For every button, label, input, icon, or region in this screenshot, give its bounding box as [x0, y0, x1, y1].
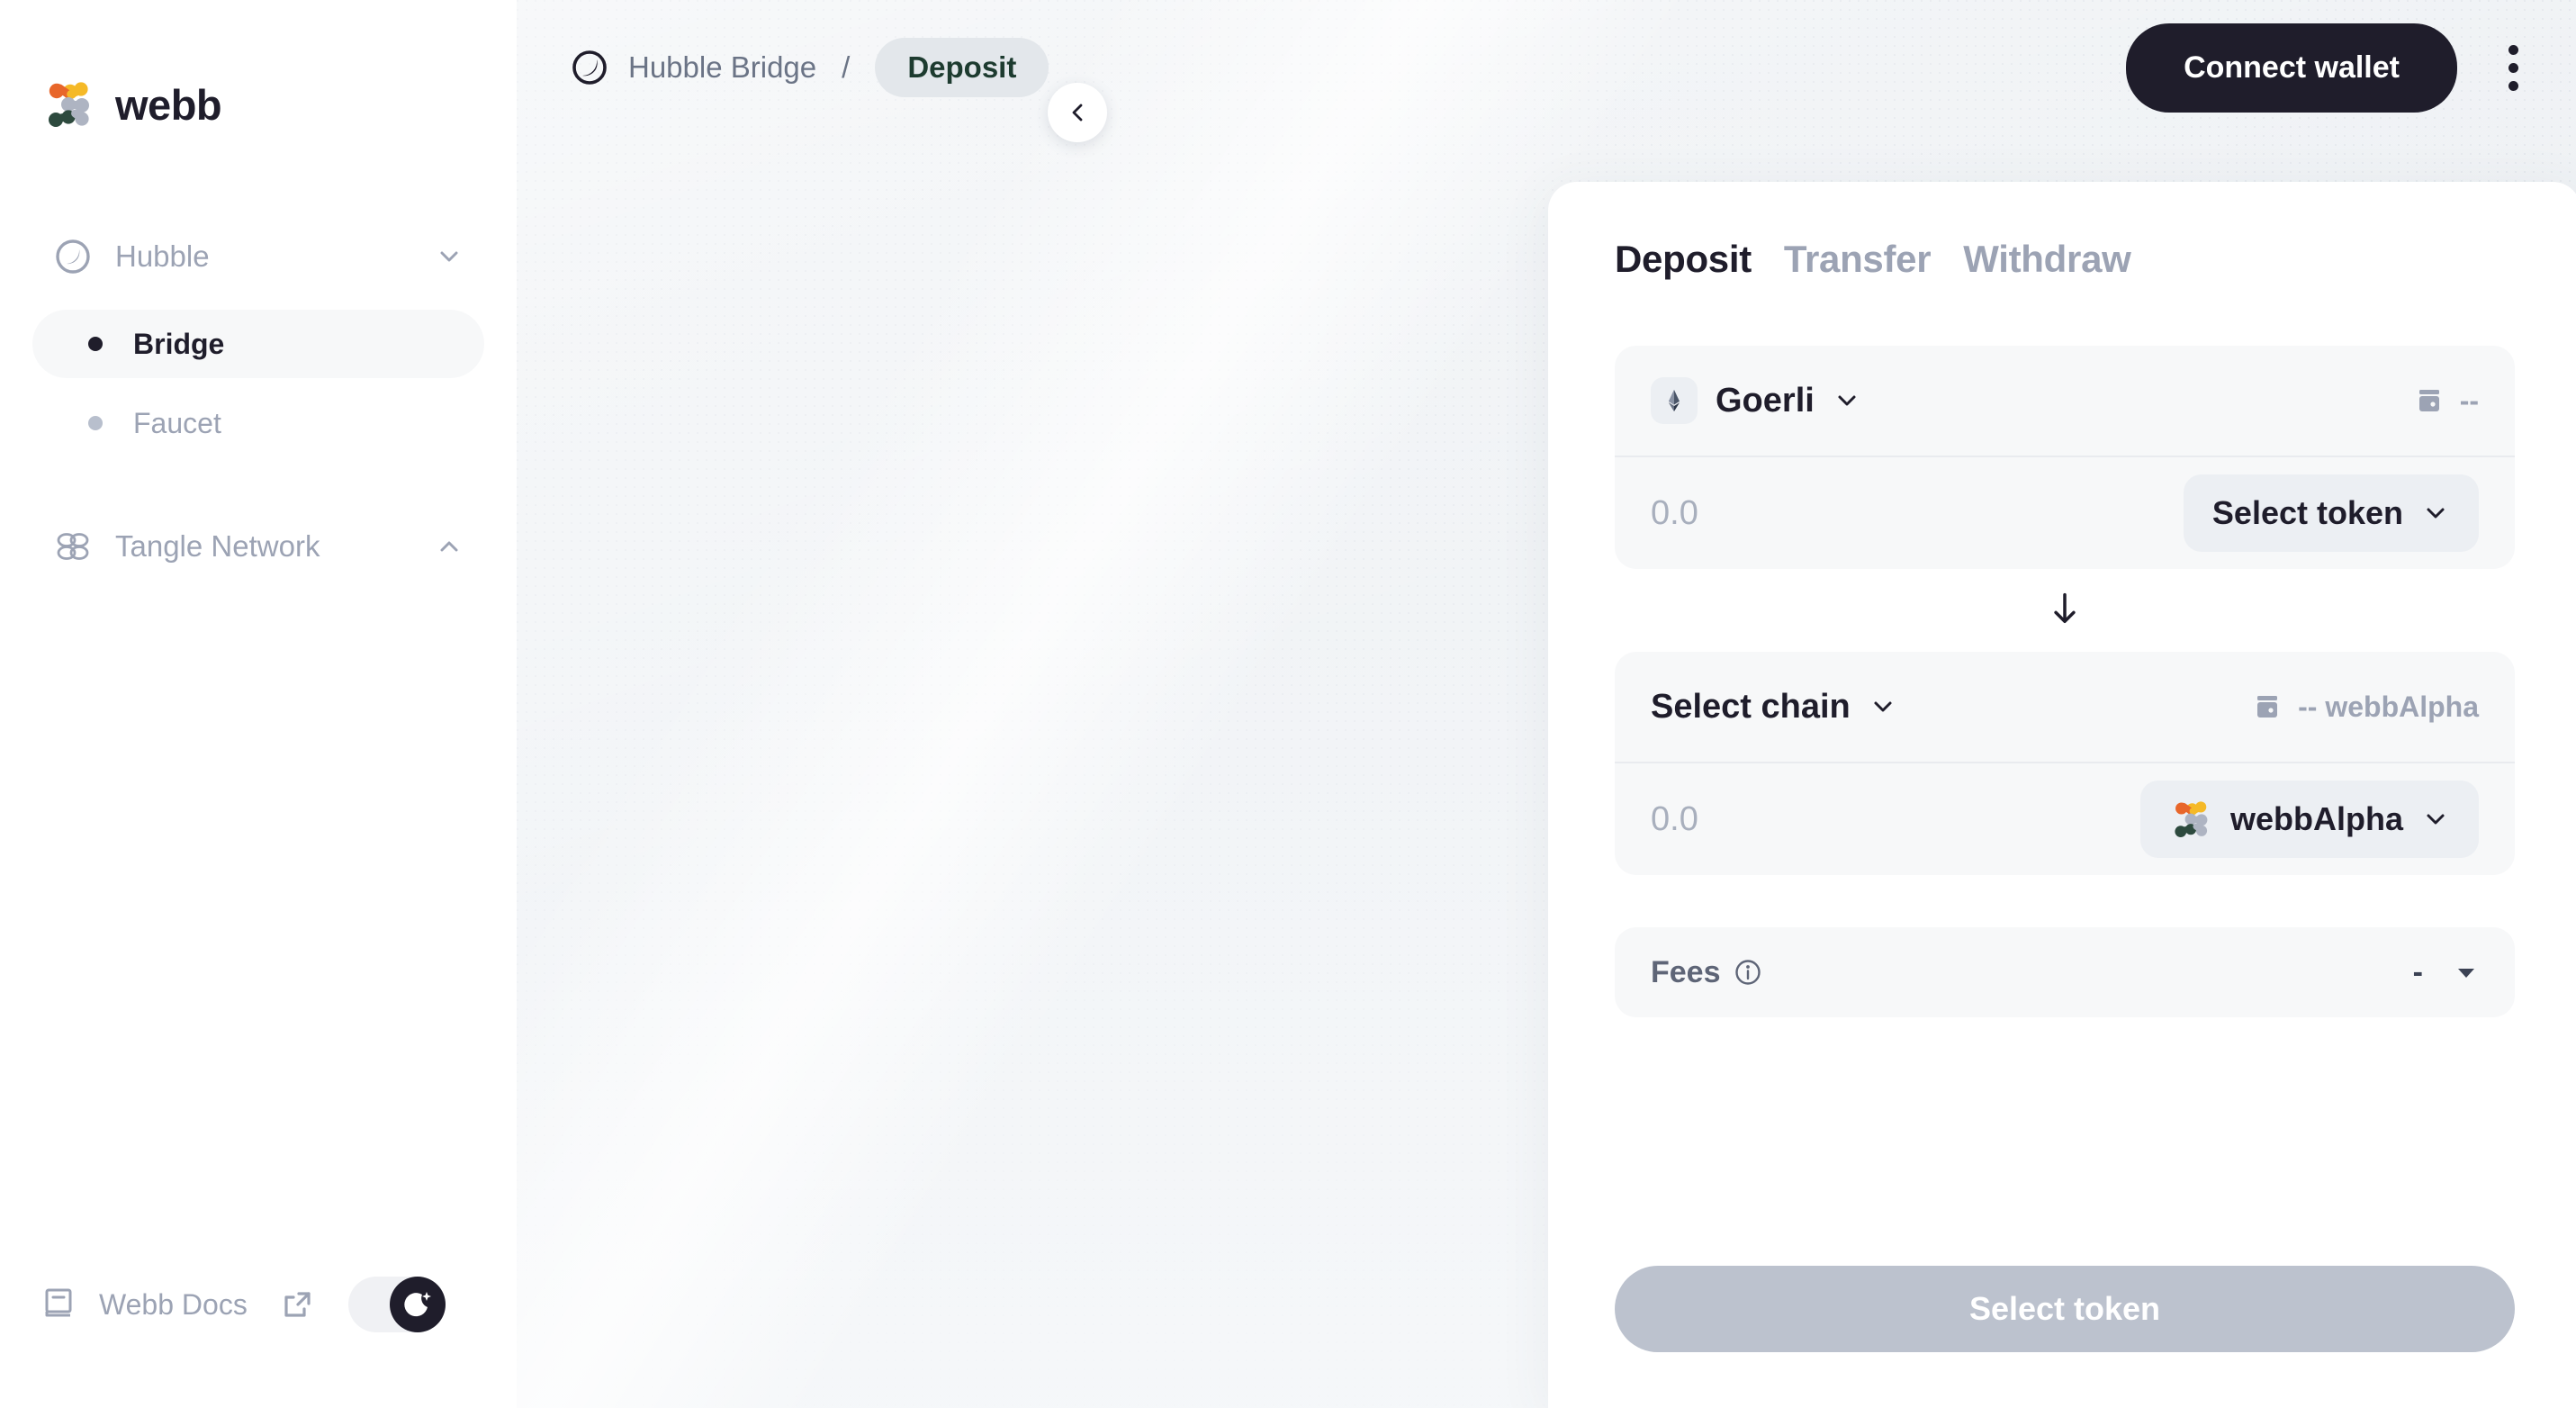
sidebar-group-label: Tangle Network — [115, 529, 320, 563]
fees-value-group: - — [2413, 955, 2479, 990]
book-icon — [41, 1286, 76, 1324]
source-chain-row: Goerli -- — [1615, 346, 2515, 457]
source-amount-input[interactable] — [1651, 493, 2119, 533]
source-chain-selector[interactable]: Goerli — [1651, 377, 1861, 424]
webb-logo-icon — [2169, 798, 2212, 841]
bullet-icon — [88, 416, 103, 430]
tab-transfer[interactable]: Transfer — [1784, 238, 1932, 281]
moon-circle-icon — [54, 238, 92, 275]
brand-name: webb — [115, 80, 222, 129]
wallet-icon — [2413, 384, 2445, 417]
source-balance-value: -- — [2459, 384, 2479, 417]
caret-down-icon[interactable] — [2454, 960, 2479, 985]
sidebar-item-label: Faucet — [133, 406, 221, 439]
source-token-label: Select token — [2211, 494, 2403, 531]
webb-logo-icon — [41, 77, 95, 131]
bridge-tabs: Deposit Transfer Withdraw — [1615, 238, 2515, 281]
sidebar-item-label: Bridge — [133, 327, 225, 360]
main-area: Hubble Bridge / Deposit Connect wallet D… — [517, 0, 2576, 1408]
destination-token-select-button[interactable]: webbAlpha — [2139, 781, 2479, 858]
chevron-down-icon — [1869, 692, 1897, 721]
webb-docs-link[interactable]: Webb Docs — [41, 1286, 248, 1324]
chevron-left-icon — [1072, 104, 1083, 122]
bridge-action-area: Select token — [1615, 1266, 2515, 1352]
chevron-down-icon — [2421, 499, 2450, 528]
external-link-icon[interactable] — [280, 1287, 314, 1322]
moon-circle-icon — [571, 49, 608, 86]
chevron-down-icon — [2421, 805, 2450, 834]
source-chain-name: Goerli — [1716, 381, 1815, 420]
sidebar-nav: Hubble Bridge Faucet Tangle Network — [0, 135, 517, 574]
source-balance: -- — [2413, 384, 2479, 418]
topbar: Hubble Bridge / Deposit Connect wallet — [517, 0, 2576, 135]
source-chain-block: Goerli -- 0.0 Select token — [1615, 346, 2515, 569]
sidebar: webb Hubble Bridge Faucet Tangle Network… — [0, 0, 517, 1408]
destination-chain-row: Select chain -- webbAlpha — [1615, 652, 2515, 763]
sidebar-subitems-hubble: Bridge Faucet — [32, 310, 484, 457]
source-token-select-button[interactable]: Select token — [2183, 474, 2479, 552]
sidebar-collapse-button[interactable] — [1048, 83, 1107, 142]
chevron-down-icon[interactable] — [436, 243, 463, 270]
more-vertical-icon[interactable] — [2493, 41, 2533, 95]
sidebar-item-bridge[interactable]: Bridge — [32, 310, 484, 378]
sidebar-footer: Webb Docs — [0, 1277, 517, 1408]
destination-amount-row: webbAlpha — [1615, 763, 2515, 875]
breadcrumb-current[interactable]: Deposit — [875, 38, 1049, 97]
tab-withdraw[interactable]: Withdraw — [1963, 238, 2131, 281]
fees-label: Fees — [1651, 954, 1721, 989]
chevron-up-icon[interactable] — [436, 533, 463, 560]
tab-deposit[interactable]: Deposit — [1615, 238, 1752, 281]
breadcrumb-root[interactable]: Hubble Bridge — [628, 50, 816, 85]
wallet-icon — [2251, 690, 2283, 723]
source-amount-row: Select token — [1615, 457, 2515, 569]
select-token-button[interactable]: Select token — [1615, 1266, 2515, 1352]
sidebar-group-label: Hubble — [115, 239, 210, 273]
brand[interactable]: webb — [0, 0, 517, 135]
theme-toggle[interactable] — [347, 1277, 446, 1332]
bridge-card: Deposit Transfer Withdraw Goerli -- 0.0 … — [1548, 182, 2576, 1408]
app-root: webb Hubble Bridge Faucet Tangle Network… — [0, 0, 2576, 1408]
destination-chain-selector[interactable]: Select chain — [1651, 688, 1897, 727]
connect-wallet-button[interactable]: Connect wallet — [2126, 23, 2457, 113]
breadcrumb-separator: / — [842, 50, 851, 84]
destination-token-label: webbAlpha — [2229, 800, 2403, 837]
destination-chain-block: Select chain -- webbAlpha 0.0 webbAlpha — [1615, 652, 2515, 875]
destination-balance-value: -- webbAlpha — [2298, 690, 2479, 723]
bullet-icon — [88, 337, 103, 351]
swap-direction-indicator — [1615, 569, 2515, 652]
destination-chain-name: Select chain — [1651, 687, 1851, 726]
info-icon[interactable] — [1734, 958, 1762, 987]
chevron-down-icon — [1833, 386, 1861, 415]
topbar-actions: Connect wallet — [2126, 23, 2533, 113]
tangle-knot-icon — [54, 528, 92, 565]
sidebar-group-tangle-network[interactable]: Tangle Network — [32, 519, 484, 574]
sidebar-group-hubble[interactable]: Hubble — [32, 229, 484, 284]
destination-balance: -- webbAlpha — [2251, 690, 2479, 724]
arrow-down-icon — [2045, 589, 2085, 633]
fees-row[interactable]: Fees - — [1615, 927, 2515, 1017]
sidebar-item-faucet[interactable]: Faucet — [32, 389, 484, 457]
webb-docs-label: Webb Docs — [99, 1287, 248, 1321]
fees-value: - — [2412, 954, 2423, 989]
breadcrumb: Hubble Bridge / Deposit — [571, 38, 1049, 97]
moon-stars-icon — [389, 1277, 446, 1332]
ethereum-icon — [1651, 377, 1698, 424]
destination-amount-input[interactable] — [1651, 799, 2119, 839]
